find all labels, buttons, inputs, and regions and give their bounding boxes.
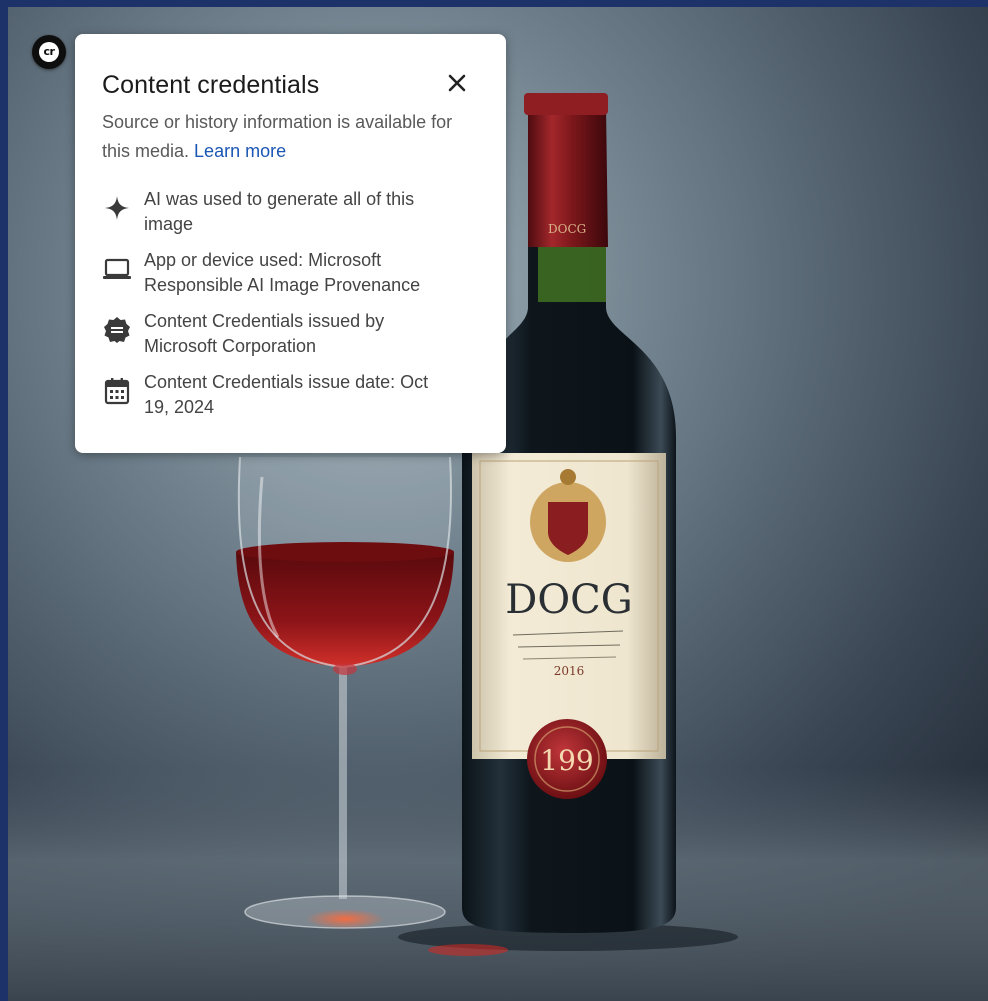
sparkle-icon — [102, 193, 132, 223]
credential-date-text: Content Credentials issue date: Oct 19, … — [144, 372, 429, 417]
content-credentials-badge[interactable]: cr — [32, 35, 66, 69]
seal-text: 199 — [540, 744, 593, 777]
content-credentials-popup: Content credentials Source or history in… — [75, 34, 506, 453]
credential-app-text: App or device used: Microsoft Responsibl… — [144, 250, 421, 295]
list-item: AI was used to generate all of this imag… — [102, 187, 480, 248]
list-item: Content Credentials issue date: Oct 19, … — [102, 370, 480, 431]
credential-issuer-text: Content Credentials issued by Microsoft … — [144, 311, 385, 356]
label-year-text: 2016 — [554, 664, 585, 678]
label-main-text: DOCG — [505, 577, 632, 623]
close-icon — [448, 74, 466, 92]
popup-title: Content credentials — [102, 71, 320, 99]
image-viewer: DOCG DOCG 2016 199 cr Content credential… — [8, 7, 988, 1001]
list-item: Content Credentials issued by Microsoft … — [102, 309, 480, 370]
cr-badge-label: cr — [39, 42, 59, 62]
learn-more-link[interactable]: Learn more — [194, 141, 286, 161]
list-item: App or device used: Microsoft Responsibl… — [102, 248, 480, 309]
credentials-list: AI was used to generate all of this imag… — [102, 187, 480, 431]
laptop-icon — [102, 254, 132, 284]
close-button[interactable] — [442, 68, 472, 98]
credential-ai-text: AI was used to generate all of this imag… — [144, 189, 415, 234]
seal-icon — [102, 315, 132, 345]
neck-text: DOCG — [548, 222, 586, 236]
calendar-icon — [102, 376, 132, 406]
popup-subtitle: Source or history information is availab… — [102, 108, 462, 166]
